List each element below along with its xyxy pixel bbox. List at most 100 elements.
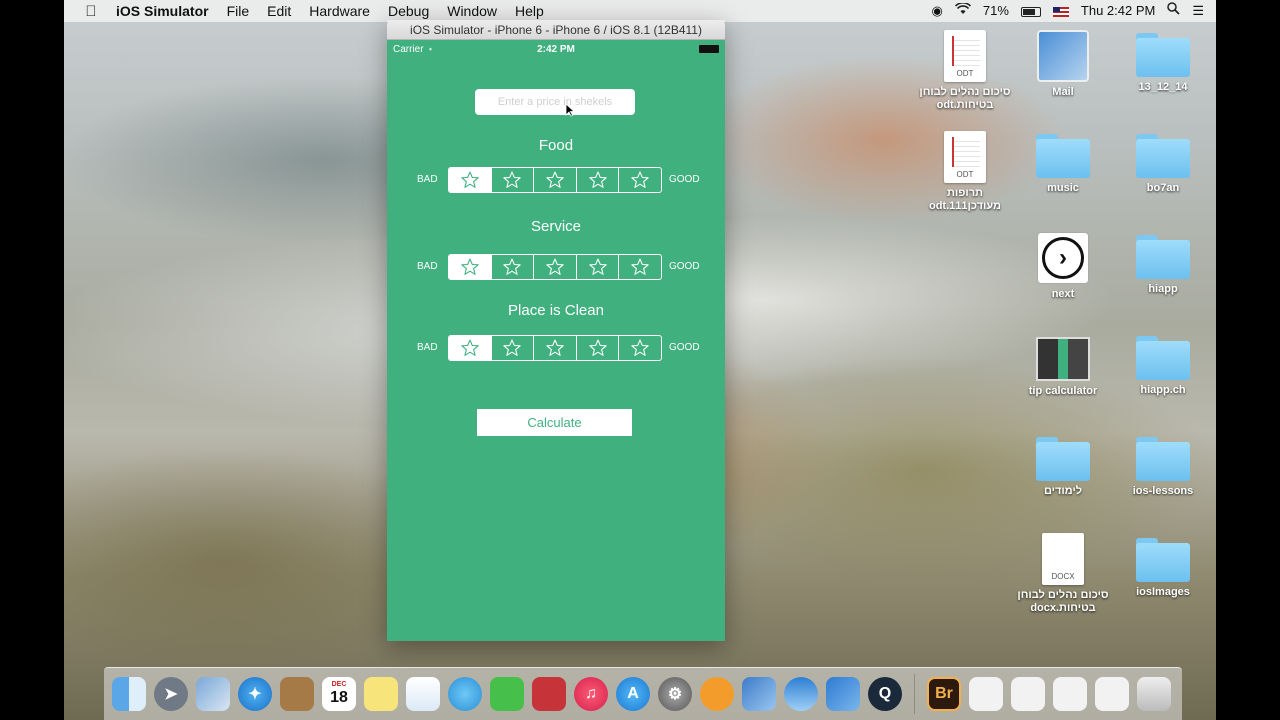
- status-menus: ◉ 71% Thu 2:42 PM ☰: [932, 0, 1216, 22]
- status-bar: Carrier ⋆ 2:42 PM: [387, 40, 725, 58]
- rating-row-clean: BAD GOOD: [387, 335, 725, 361]
- desktop-icon-folder-hiapp-ch[interactable]: hiapp.ch: [1113, 336, 1213, 397]
- folder-icon: [1036, 437, 1090, 481]
- notes-icon[interactable]: [364, 677, 398, 711]
- music-file-icon[interactable]: [969, 677, 1003, 711]
- notification-center-icon[interactable]: ☰: [1192, 0, 1204, 22]
- xcode-icon[interactable]: [742, 677, 776, 711]
- clock[interactable]: Thu 2:42 PM: [1081, 0, 1155, 22]
- openoffice-icon[interactable]: [784, 677, 818, 711]
- photo-booth-icon[interactable]: [532, 677, 566, 711]
- trash-icon[interactable]: [1137, 677, 1171, 711]
- menu-bar:  iOS Simulator File Edit Hardware Debug…: [64, 0, 1216, 22]
- folder-icon: [1136, 33, 1190, 77]
- rating-title-service: Service: [530, 218, 582, 235]
- desktop-icon-label: תרופות מעודכן111.odt: [928, 187, 1001, 212]
- menu-window[interactable]: Window: [447, 0, 497, 22]
- quicktime-icon[interactable]: Q: [868, 677, 902, 711]
- star-button[interactable]: [577, 336, 620, 360]
- bridge-label: Br: [935, 685, 953, 702]
- ibooks-icon[interactable]: [700, 677, 734, 711]
- star-icon: [631, 258, 649, 275]
- desktop-icon-odt-medicines[interactable]: ODT תרופות מעודכן111.odt: [915, 131, 1015, 213]
- simulator-icon[interactable]: [826, 677, 860, 711]
- system-preferences-icon[interactable]: ⚙: [658, 677, 692, 711]
- star-button[interactable]: [534, 336, 577, 360]
- star-button[interactable]: [492, 336, 535, 360]
- menu-help[interactable]: Help: [515, 0, 544, 22]
- menu-file[interactable]: File: [227, 0, 250, 22]
- star-button[interactable]: [492, 255, 535, 279]
- desktop-icon-label: ios-lessons: [1132, 485, 1194, 497]
- menu-edit[interactable]: Edit: [267, 0, 291, 22]
- battery-icon[interactable]: [1020, 0, 1041, 22]
- desktop-icon-mail[interactable]: Mail: [1013, 30, 1113, 99]
- good-label: GOOD: [669, 342, 700, 353]
- star-button[interactable]: [449, 336, 492, 360]
- desktop-icon-folder-studies[interactable]: לימודים: [1013, 437, 1113, 498]
- screenshot-thumbnail-icon[interactable]: [1053, 677, 1087, 711]
- menu-debug[interactable]: Debug: [388, 0, 429, 22]
- reminders-icon[interactable]: [406, 677, 440, 711]
- star-icon: [588, 171, 607, 188]
- itunes-icon[interactable]: ♫: [574, 677, 608, 711]
- desktop-icon-label: hiapp.ch: [1140, 384, 1186, 396]
- star-button[interactable]: [619, 168, 661, 192]
- desktop-icon-next[interactable]: › next: [1013, 232, 1113, 301]
- document-icon: ODT: [944, 30, 986, 82]
- screenshot-thumbnail-icon[interactable]: [1095, 677, 1129, 711]
- next-app-icon: ›: [1037, 232, 1089, 284]
- desktop-icon-label: לימודים: [1043, 485, 1083, 497]
- desktop-icon-tip-calculator[interactable]: tip calculator: [1013, 337, 1113, 398]
- finder-icon[interactable]: [112, 677, 146, 711]
- app-menu[interactable]: iOS Simulator: [116, 0, 209, 22]
- apple-menu-icon[interactable]: : [80, 3, 102, 20]
- calculate-button[interactable]: Calculate: [477, 409, 632, 436]
- simulator-window-title[interactable]: iOS Simulator - iPhone 6 - iPhone 6 / iO…: [387, 20, 725, 40]
- star-icon: [588, 258, 607, 275]
- desktop-icon-folder-hiapp[interactable]: hiapp: [1113, 235, 1213, 296]
- desktop:  iOS Simulator File Edit Hardware Debug…: [64, 0, 1216, 720]
- calendar-icon[interactable]: DEC 18: [322, 677, 356, 711]
- desktop-icon-folder-bo7an[interactable]: bo7an: [1113, 134, 1213, 195]
- safari-icon[interactable]: ✦: [238, 677, 272, 711]
- spotlight-search-icon[interactable]: [1167, 0, 1180, 22]
- price-input[interactable]: [475, 89, 635, 115]
- desktop-icon-folder-iosimages[interactable]: iosImages: [1113, 538, 1213, 599]
- desktop-icon-folder-ios-lessons[interactable]: ios-lessons: [1113, 437, 1213, 498]
- star-button[interactable]: [619, 336, 661, 360]
- menu-hardware[interactable]: Hardware: [309, 0, 370, 22]
- star-button[interactable]: [449, 168, 492, 192]
- rating-title-food: Food: [538, 137, 574, 154]
- star-control: [448, 335, 662, 361]
- screenshot-thumbnail-icon[interactable]: [1011, 677, 1045, 711]
- record-icon[interactable]: ◉: [932, 0, 943, 22]
- desktop-icon-folder-music[interactable]: music: [1013, 134, 1113, 195]
- chevron-right-icon: ›: [1042, 237, 1084, 279]
- launchpad-icon[interactable]: ➤: [154, 677, 188, 711]
- star-button[interactable]: [449, 255, 492, 279]
- flag-icon[interactable]: [1052, 0, 1069, 22]
- star-button[interactable]: [577, 255, 620, 279]
- star-button[interactable]: [577, 168, 620, 192]
- contacts-icon[interactable]: [280, 677, 314, 711]
- bridge-icon[interactable]: Br: [927, 677, 961, 711]
- wifi-icon[interactable]: [954, 0, 971, 22]
- calendar-day: 18: [330, 689, 348, 706]
- star-button[interactable]: [492, 168, 535, 192]
- battery-percent[interactable]: 71%: [983, 0, 1009, 22]
- star-button[interactable]: [534, 168, 577, 192]
- desktop-icon-label: next: [1051, 288, 1075, 300]
- document-icon: ODT: [944, 131, 986, 183]
- star-button[interactable]: [534, 255, 577, 279]
- app-store-icon[interactable]: A: [616, 677, 650, 711]
- facetime-icon[interactable]: [490, 677, 524, 711]
- desktop-icon-docx-summary[interactable]: DOCX סיכום נהלים לבוחן בטיחות.docx: [1013, 533, 1113, 615]
- desktop-icon-folder-13-12-14[interactable]: 13_12_14: [1113, 33, 1213, 94]
- star-button[interactable]: [619, 255, 661, 279]
- messages-icon[interactable]: [448, 677, 482, 711]
- desktop-icon-odt-summary[interactable]: ODT סיכום נהלים לבוחן בטיחות.odt: [915, 30, 1015, 112]
- star-icon: [461, 171, 479, 188]
- bad-label: BAD: [417, 174, 438, 185]
- mail-icon[interactable]: [196, 677, 230, 711]
